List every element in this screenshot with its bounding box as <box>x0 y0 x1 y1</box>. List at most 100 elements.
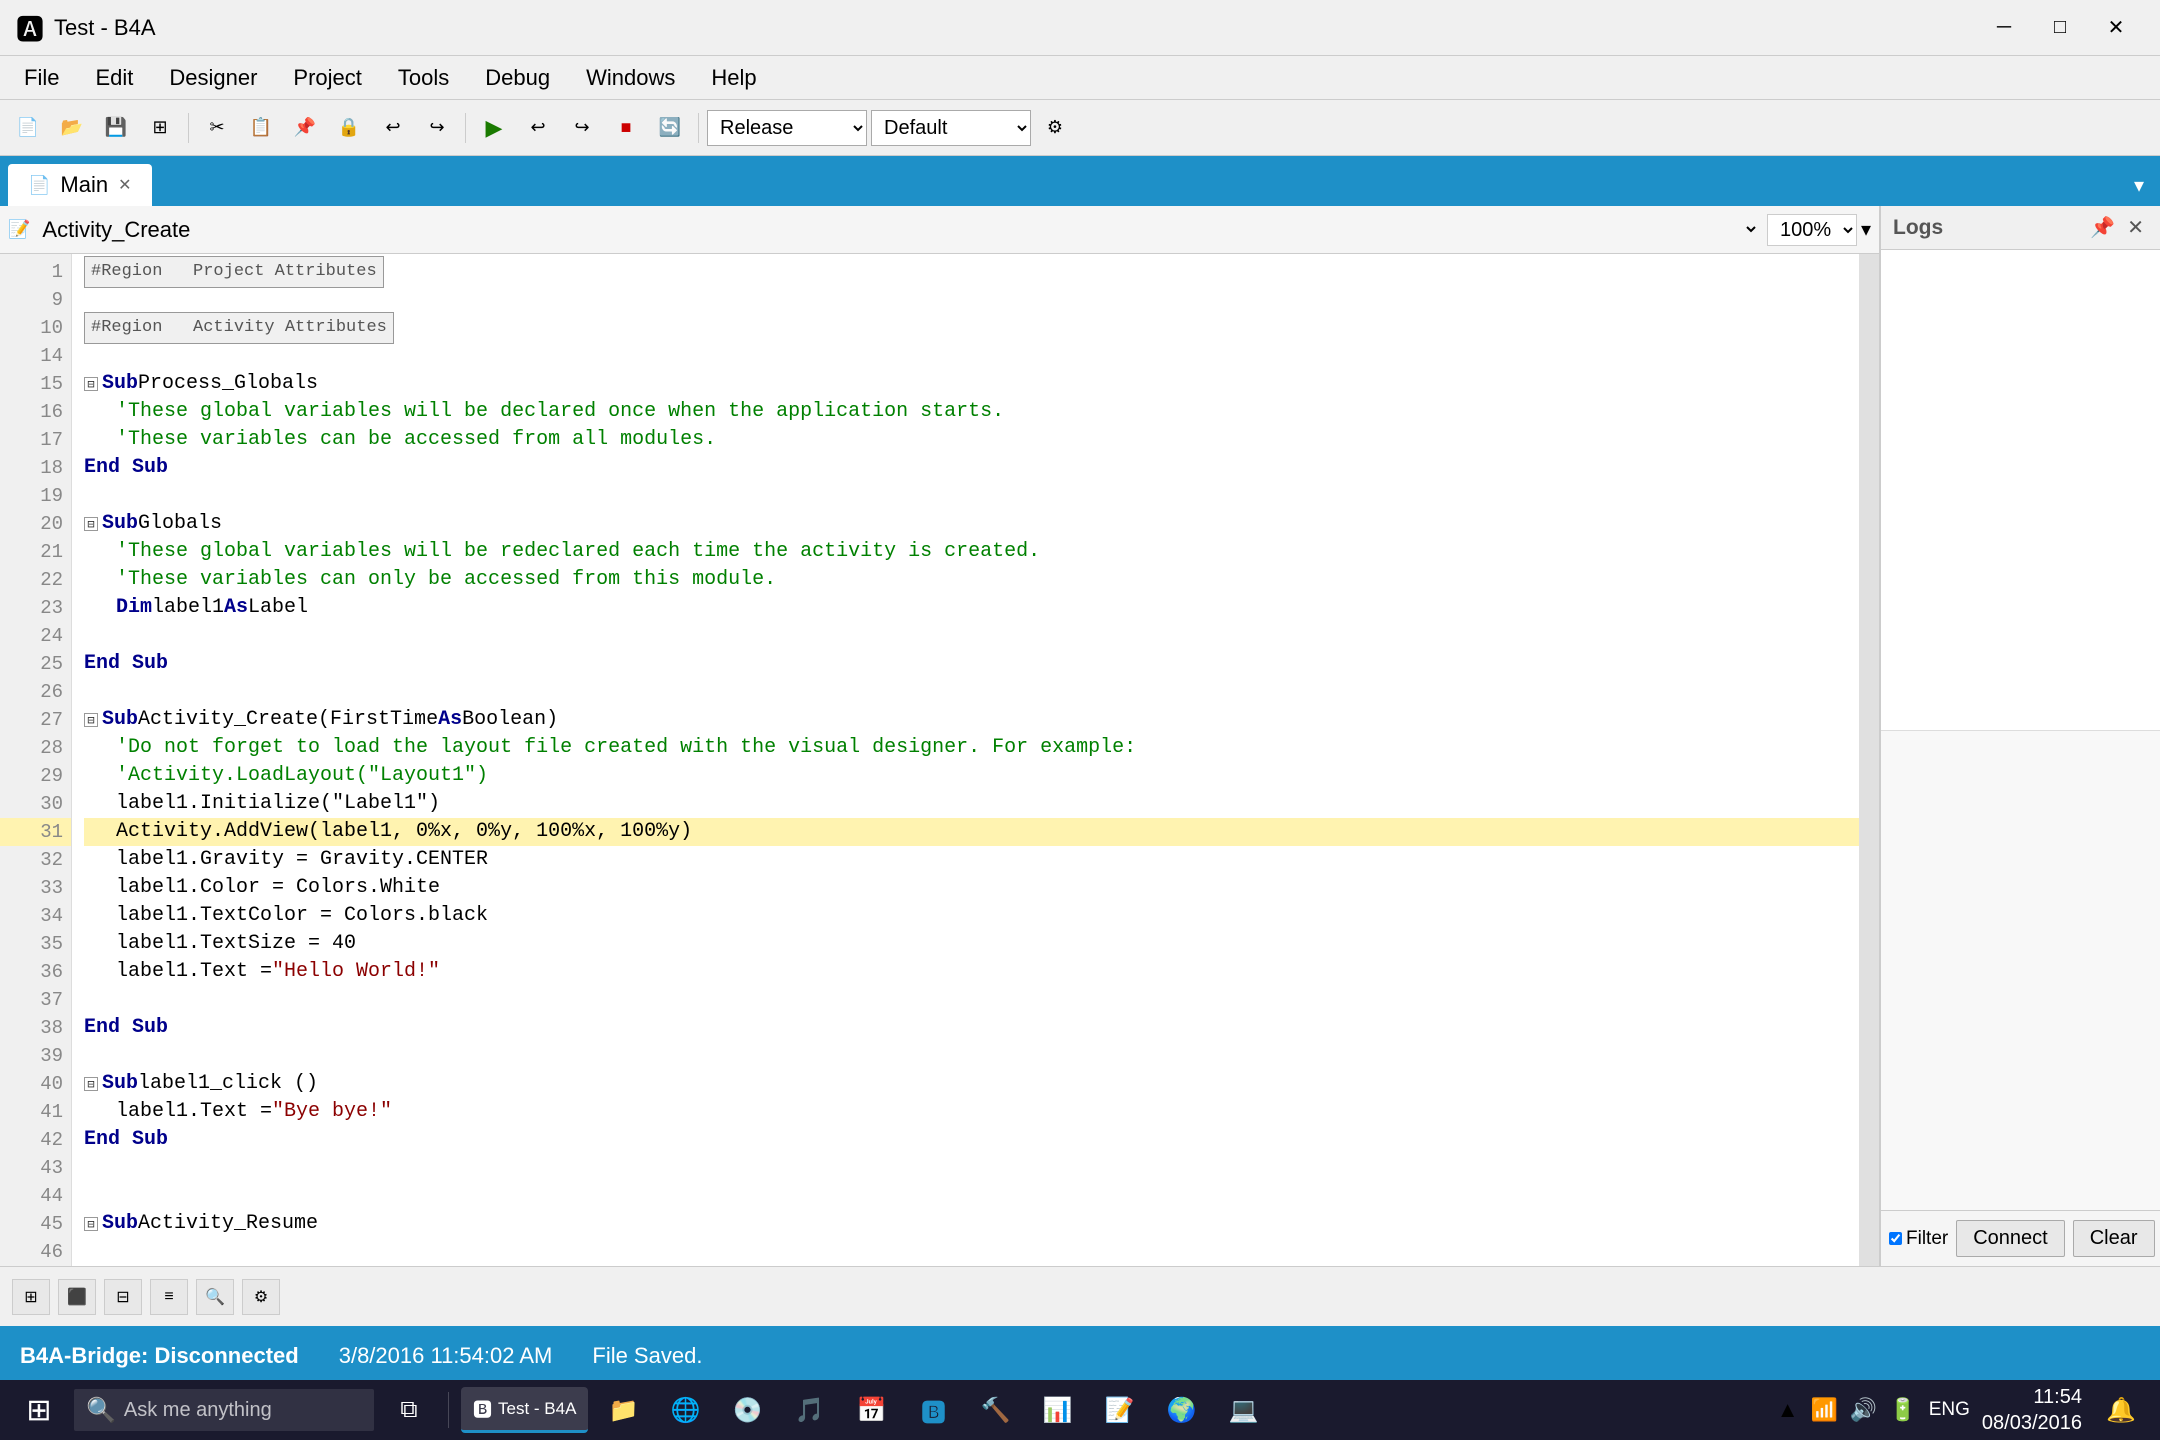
bottom-tool-1[interactable]: ⊞ <box>12 1279 50 1315</box>
code-line-37 <box>84 986 1859 1014</box>
taskbar-unity[interactable]: 🔨 <box>968 1383 1022 1437</box>
menu-tools[interactable]: Tools <box>382 59 465 97</box>
toolbar-lock[interactable]: 🔒 <box>329 109 369 147</box>
taskbar-clock[interactable]: 11:54 08/03/2016 <box>1982 1384 2082 1436</box>
code-line-30: label1.Initialize("Label1") <box>84 790 1859 818</box>
toolbar-settings[interactable]: ⚙ <box>1035 109 1075 147</box>
menu-edit[interactable]: Edit <box>79 59 149 97</box>
linenum-32: 32 <box>0 846 71 874</box>
linenum-45: 45 <box>0 1210 71 1238</box>
connect-button[interactable]: Connect <box>1956 1220 2065 1257</box>
taskbar-spotify[interactable]: 🎵 <box>782 1383 836 1437</box>
zoom-dropdown[interactable]: 100% 75% 125% 150% <box>1767 214 1857 246</box>
region-box-10[interactable]: #Region Activity Attributes <box>84 312 394 344</box>
code-area[interactable]: #Region Project Attributes #Region Activ… <box>72 254 1859 1266</box>
tab-scroll[interactable]: ▾ <box>2126 165 2152 206</box>
bottom-tool-6[interactable]: ⚙ <box>242 1279 280 1315</box>
toolbar-copy[interactable]: 📋 <box>241 109 281 147</box>
logs-header-controls: 📌 ✕ <box>2086 211 2148 244</box>
logs-pin-button[interactable]: 📌 <box>2086 211 2119 244</box>
default-dropdown[interactable]: Default <box>871 110 1031 146</box>
taskbar-calc[interactable]: 📅 <box>844 1383 898 1437</box>
code-line-1: #Region Project Attributes <box>84 258 1859 286</box>
app-icon: 🅰 <box>16 8 44 48</box>
taskview-button[interactable]: ⧉ <box>382 1383 436 1437</box>
kw-endsub-18: End Sub <box>84 454 168 482</box>
linenum-39: 39 <box>0 1042 71 1070</box>
systray-network[interactable]: 📶 <box>1810 1397 1837 1423</box>
menu-windows[interactable]: Windows <box>570 59 691 97</box>
tab-main[interactable]: 📄 Main ✕ <box>8 164 152 206</box>
taskbar-word[interactable]: 📝 <box>1092 1383 1146 1437</box>
toolbar-step-back[interactable]: ↩ <box>518 109 558 147</box>
menu-help[interactable]: Help <box>695 59 772 97</box>
linenum-46: 46 <box>0 1238 71 1266</box>
toolbar-redo[interactable]: ↪ <box>417 109 457 147</box>
toolbar-refresh[interactable]: 🔄 <box>650 109 690 147</box>
menu-file[interactable]: File <box>8 59 75 97</box>
toolbar-cut[interactable]: ✂ <box>197 109 237 147</box>
linenum-22: 22 <box>0 566 71 594</box>
taskbar-excel[interactable]: 📊 <box>1030 1383 1084 1437</box>
editor-scrollbar[interactable] <box>1859 254 1879 1266</box>
systray-volume[interactable]: 🔊 <box>1850 1397 1877 1423</box>
taskbar-edge[interactable]: 🌐 <box>658 1383 712 1437</box>
bottom-toolbar: ⊞ ⬛ ⊟ ≡ 🔍 ⚙ <box>0 1266 2160 1326</box>
release-dropdown[interactable]: Release Debug <box>707 110 867 146</box>
systray-battery[interactable]: 🔋 <box>1889 1397 1916 1423</box>
toolbar-paste[interactable]: 📌 <box>285 109 325 147</box>
filter-checkbox[interactable] <box>1889 1232 1902 1245</box>
tab-main-close[interactable]: ✕ <box>118 175 131 195</box>
bottom-tool-2[interactable]: ⬛ <box>58 1279 96 1315</box>
taskbar-steam[interactable]: 💿 <box>720 1383 774 1437</box>
taskbar-explorer[interactable]: 📁 <box>596 1383 650 1437</box>
toolbar-grid[interactable]: ⊞ <box>140 109 180 147</box>
taskbar-maps[interactable]: 🌍 <box>1154 1383 1208 1437</box>
toolbar-undo[interactable]: ↩ <box>373 109 413 147</box>
bottom-tool-3[interactable]: ⊟ <box>104 1279 142 1315</box>
fold-45[interactable]: ⊟ <box>84 1217 98 1231</box>
code-32: label1.Gravity = Gravity.CENTER <box>116 846 488 874</box>
func-27: Activity_Create(FirstTime <box>138 706 438 734</box>
logs-close-button[interactable]: ✕ <box>2123 211 2148 244</box>
toolbar-save[interactable]: 💾 <box>96 109 136 147</box>
toolbar-step-fwd[interactable]: ↪ <box>562 109 602 147</box>
linenum-41: 41 <box>0 1098 71 1126</box>
systray-chevron[interactable]: ▲ <box>1777 1397 1799 1423</box>
linenum-31: 31 <box>0 818 71 846</box>
taskbar-chrome[interactable]: 💻 <box>1216 1383 1270 1437</box>
close-button[interactable]: ✕ <box>2088 8 2144 48</box>
filter-label[interactable]: Filter <box>1889 1228 1948 1250</box>
toolbar-open[interactable]: 📂 <box>52 109 92 147</box>
menu-debug[interactable]: Debug <box>469 59 566 97</box>
region-box-1[interactable]: #Region Project Attributes <box>84 256 384 288</box>
fold-40[interactable]: ⊟ <box>84 1077 98 1091</box>
fold-15[interactable]: ⊟ <box>84 377 98 391</box>
toolbar-new[interactable]: 📄 <box>8 109 48 147</box>
type-27: Boolean) <box>462 706 558 734</box>
code-41b: "Bye bye!" <box>272 1098 392 1126</box>
notifications-button[interactable]: 🔔 <box>2094 1383 2148 1437</box>
bottom-tool-5[interactable]: 🔍 <box>196 1279 234 1315</box>
menu-project[interactable]: Project <box>277 59 377 97</box>
taskbar-b4a-app[interactable]: 🅱 Test - B4A <box>461 1387 588 1433</box>
code-line-45: ⊟ Sub Activity_Resume <box>84 1210 1859 1238</box>
clear-button[interactable]: Clear <box>2073 1220 2155 1257</box>
start-button[interactable]: ⊞ <box>12 1383 66 1437</box>
code-36a: label1.Text = <box>116 958 272 986</box>
taskbar-b4a-icon[interactable]: 🅱 <box>906 1383 960 1437</box>
fold-20[interactable]: ⊟ <box>84 517 98 531</box>
code-line-15: ⊟ Sub Process_Globals <box>84 370 1859 398</box>
fold-27[interactable]: ⊟ <box>84 713 98 727</box>
search-bar[interactable]: 🔍 Ask me anything <box>74 1389 374 1431</box>
toolbar: 📄 📂 💾 ⊞ ✂ 📋 📌 🔒 ↩ ↪ ▶ ↩ ↪ ■ 🔄 Release De… <box>0 100 2160 156</box>
minimize-button[interactable]: ─ <box>1976 8 2032 48</box>
menu-designer[interactable]: Designer <box>153 59 273 97</box>
maximize-button[interactable]: □ <box>2032 8 2088 48</box>
toolbar-stop[interactable]: ■ <box>606 109 646 147</box>
bottom-tool-4[interactable]: ≡ <box>150 1279 188 1315</box>
editor-title-dropdown[interactable]: Activity_Create <box>38 216 1759 243</box>
sep1 <box>188 113 189 143</box>
toolbar-run[interactable]: ▶ <box>474 109 514 147</box>
titlebar-left: 🅰 Test - B4A <box>16 8 156 48</box>
